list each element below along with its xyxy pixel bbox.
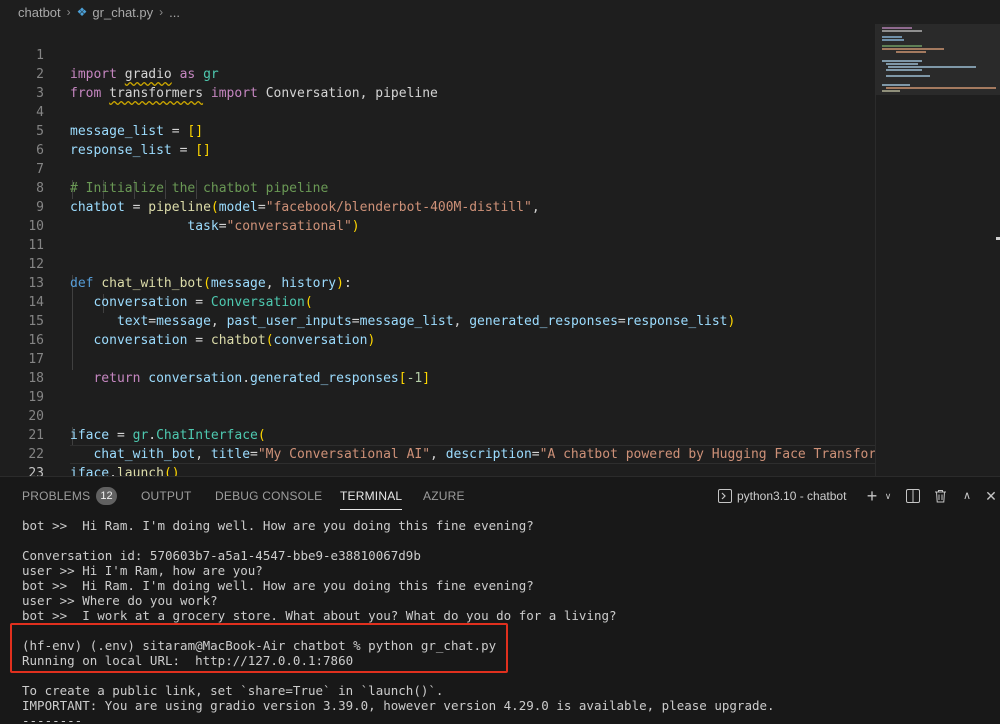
code-line: 19 [0,369,875,405]
code-line: 18 [0,350,875,386]
code-editor[interactable]: 1 import gradio as gr 2 from transformer… [0,24,875,476]
panel-tabs: PROBLEMS 12 OUTPUT DEBUG CONSOLE TERMINA… [0,477,1000,515]
code-line: 12 def chat_with_bot(message, history): [0,236,875,291]
terminal-line: bot >> Hi Ram. I'm doing well. How are y… [22,518,534,533]
terminal-line: bot >> Hi Ram. I'm doing well. How are y… [22,578,534,593]
chevron-down-icon[interactable]: ∨ [882,477,894,515]
terminal-line: To create a public link, set `share=True… [22,683,444,698]
tab-problems[interactable]: PROBLEMS [22,477,90,515]
code-line: 4 message_list = [] [0,84,875,139]
breadcrumb-more[interactable]: ... [169,5,180,20]
breadcrumb-file[interactable]: gr_chat.py [92,5,153,20]
maximize-panel-icon[interactable]: ∧ [960,477,974,515]
terminal-selector[interactable]: python3.10 - chatbot [718,477,846,515]
tab-output[interactable]: OUTPUT [141,477,192,515]
code-line: 10 [0,198,875,234]
code-line: 7 # Initialize the chatbot pipeline [0,141,875,196]
code-line: 17 return conversation.generated_respons… [0,331,875,386]
tab-azure[interactable]: AZURE [423,477,465,515]
tab-debug-console[interactable]: DEBUG CONSOLE [215,477,322,515]
code-line: 11 [0,217,875,253]
terminal-line: user >> Hi I'm Ram, how are you? [22,563,263,578]
code-line: 22 iface.launch() [0,426,875,476]
code-line: 5 response_list = [] [0,103,875,158]
code-line: 3 [0,65,875,101]
terminal-icon [718,489,732,503]
bottom-panel: PROBLEMS 12 OUTPUT DEBUG CONSOLE TERMINA… [0,476,1000,724]
minimap-scroll-marker [996,237,1000,240]
tab-terminal[interactable]: TERMINAL [340,477,403,515]
trash-icon[interactable] [932,477,948,515]
code-line: 16 [0,312,875,348]
terminal-name: python3.10 - chatbot [737,489,847,503]
annotation-highlight-box [10,623,508,673]
code-line: 1 import gradio as gr [0,27,875,82]
python-file-icon: ❖ [76,5,88,19]
code-line: 15 conversation = chatbot(conversation) [0,293,875,348]
code-line: 13 conversation = Conversation( [0,255,875,310]
code-line: 8 chatbot = pipeline(model="facebook/ble… [0,160,875,215]
close-icon[interactable]: ✕ [984,477,998,515]
chevron-right-icon: › [66,5,71,19]
split-terminal-icon[interactable] [905,477,921,515]
code-line: 21 chat_with_bot, title="My Conversation… [0,407,875,462]
chevron-right-icon: › [159,5,164,19]
breadcrumb-folder[interactable]: chatbot [18,5,61,20]
terminal-line: -------- [22,713,83,724]
terminal-line: Conversation id: 570603b7-a5a1-4547-bbe9… [22,548,421,563]
code-line: 9 task="conversational") [0,179,875,234]
new-terminal-plus-icon[interactable]: + [864,477,880,515]
problems-count-badge: 12 [96,487,117,505]
code-line-active: 23 [0,445,875,476]
breadcrumb: chatbot › ❖ gr_chat.py › ... [0,0,1000,24]
minimap[interactable] [875,24,1000,476]
terminal-line: IMPORTANT: You are using gradio version … [22,698,775,713]
line-number: 23 [28,466,44,476]
terminal-line: bot >> I work at a grocery store. What a… [22,608,617,623]
code-line: 6 [0,122,875,158]
terminal-output[interactable]: bot >> Hi Ram. I'm doing well. How are y… [0,515,1000,724]
code-line: 2 from transformers import Conversation,… [0,46,875,101]
code-line: 20 iface = gr.ChatInterface( [0,388,875,443]
terminal-line: user >> Where do you work? [22,593,218,608]
code-line: 14 text=message, past_user_inputs=messag… [0,274,875,329]
